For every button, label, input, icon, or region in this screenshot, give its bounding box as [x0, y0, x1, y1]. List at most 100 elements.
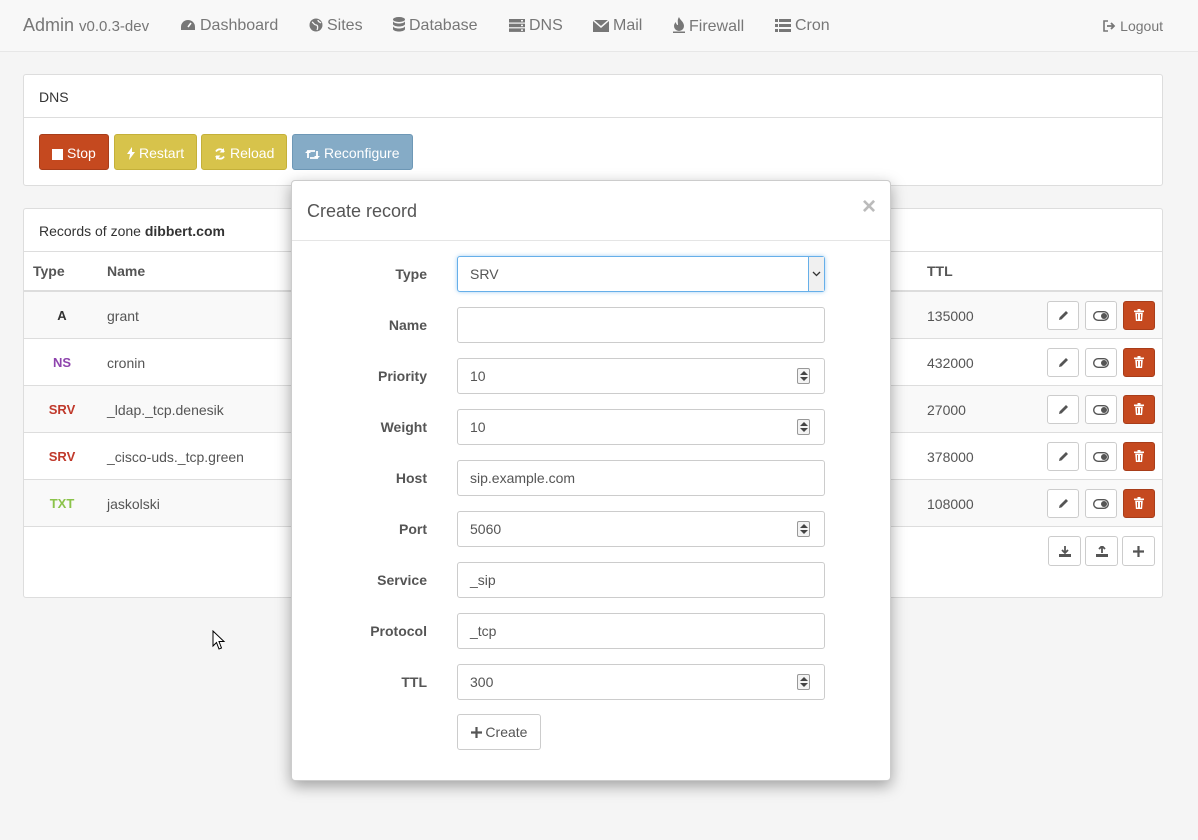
add-record-button[interactable] — [1122, 536, 1155, 566]
ttl-input[interactable]: 300 — [457, 664, 825, 700]
server-icon — [509, 19, 525, 32]
bolt-icon — [127, 147, 135, 160]
close-icon[interactable]: × — [862, 193, 876, 221]
nav-dashboard[interactable]: Dashboard — [180, 17, 278, 35]
trash-icon — [1134, 496, 1144, 512]
type-select-value: SRV — [470, 266, 499, 282]
restart-button[interactable]: Restart — [114, 134, 198, 170]
record-type: A — [57, 308, 67, 323]
record-name: jaskolski — [107, 496, 160, 512]
toggle-icon — [1092, 308, 1110, 324]
trash-icon — [1134, 355, 1144, 371]
toggle-record-button[interactable] — [1085, 489, 1117, 518]
record-name: _cisco-uds._tcp.green — [107, 449, 244, 465]
delete-record-button[interactable] — [1123, 395, 1155, 424]
reload-button[interactable]: Reload — [201, 134, 288, 170]
edit-record-button[interactable] — [1047, 348, 1079, 377]
envelope-icon — [592, 19, 610, 32]
create-label: Create — [485, 724, 528, 740]
nav-dns-label: DNS — [529, 17, 563, 34]
nav-mail[interactable]: Mail — [592, 17, 643, 35]
create-record-modal: Create record × Type SRV Name Priority 1… — [291, 180, 891, 781]
column-header-name[interactable]: Name — [107, 263, 145, 279]
nav-mail-label: Mail — [613, 17, 643, 34]
delete-record-button[interactable] — [1123, 489, 1155, 518]
protocol-label: Protocol — [370, 623, 427, 639]
port-input[interactable]: 5060 — [457, 511, 825, 547]
toggle-record-button[interactable] — [1085, 348, 1117, 377]
logout-link[interactable]: Logout — [1103, 18, 1163, 34]
mouse-cursor-icon — [212, 630, 226, 650]
toggle-icon — [1092, 355, 1110, 371]
download-button[interactable] — [1048, 536, 1081, 566]
spinner-icon[interactable] — [797, 368, 810, 384]
record-name: grant — [107, 308, 139, 324]
nav-dashboard-label: Dashboard — [200, 17, 279, 34]
edit-record-button[interactable] — [1047, 395, 1079, 424]
brand-name: Admin — [23, 15, 75, 35]
host-label: Host — [395, 470, 427, 486]
record-type: NS — [52, 355, 72, 370]
logout-icon — [1103, 20, 1116, 32]
host-input[interactable]: sip.example.com — [457, 460, 825, 496]
service-input[interactable]: _sip — [457, 562, 825, 598]
plus-icon — [470, 727, 482, 738]
spinner-icon[interactable] — [797, 419, 810, 435]
nav-firewall[interactable]: Firewall — [673, 17, 744, 36]
delete-record-button[interactable] — [1123, 348, 1155, 377]
service-panel-title: DNS — [24, 75, 1162, 118]
host-input-value: sip.example.com — [470, 470, 576, 486]
nav-database-label: Database — [409, 17, 478, 34]
toggle-record-button[interactable] — [1085, 395, 1117, 424]
priority-input[interactable]: 10 — [457, 358, 825, 394]
nav-database[interactable]: Database — [393, 17, 478, 35]
retweet-icon — [305, 150, 320, 159]
logout-label: Logout — [1120, 18, 1163, 34]
list-icon — [775, 19, 791, 32]
delete-record-button[interactable] — [1123, 442, 1155, 471]
brand-version: v0.0.3-dev — [79, 18, 150, 35]
brand[interactable]: Admin v0.0.3-dev — [23, 15, 149, 36]
delete-record-button[interactable] — [1123, 301, 1155, 330]
protocol-input[interactable]: _tcp — [457, 613, 825, 649]
upload-icon — [1095, 545, 1108, 557]
toggle-record-button[interactable] — [1085, 442, 1117, 471]
nav-cron[interactable]: Cron — [775, 17, 830, 35]
nav-dns[interactable]: DNS — [509, 17, 563, 35]
nav-sites[interactable]: Sites — [309, 17, 363, 35]
edit-record-button[interactable] — [1047, 301, 1079, 330]
chevron-down-icon[interactable] — [808, 257, 824, 291]
stop-button[interactable]: Stop — [39, 134, 109, 170]
fire-icon — [673, 17, 685, 33]
spinner-icon[interactable] — [797, 521, 810, 537]
name-input[interactable] — [457, 307, 825, 343]
edit-record-button[interactable] — [1047, 442, 1079, 471]
create-button[interactable]: Create — [457, 714, 541, 750]
download-icon — [1058, 545, 1071, 557]
pencil-icon — [1058, 308, 1069, 324]
pencil-icon — [1058, 449, 1069, 465]
database-icon — [393, 17, 405, 32]
dashboard-icon — [181, 20, 195, 30]
record-type: TXT — [49, 496, 75, 511]
column-header-ttl[interactable]: TTL — [927, 263, 953, 279]
record-name: cronin — [107, 355, 146, 371]
trash-icon — [1134, 449, 1144, 465]
service-input-value: _sip — [470, 572, 496, 588]
column-header-type[interactable]: Type — [33, 263, 65, 279]
toggle-icon — [1092, 402, 1110, 418]
reconfigure-button[interactable]: Reconfigure — [292, 134, 413, 170]
edit-record-button[interactable] — [1047, 489, 1079, 518]
type-select[interactable]: SRV — [457, 256, 825, 292]
upload-button[interactable] — [1085, 536, 1118, 566]
navbar: Admin v0.0.3-dev Dashboard Sites Databas… — [0, 0, 1198, 52]
weight-input-value: 10 — [470, 419, 486, 435]
record-ttl: 378000 — [927, 449, 974, 465]
spinner-icon[interactable] — [797, 674, 810, 690]
plus-icon — [1133, 545, 1144, 557]
weight-input[interactable]: 10 — [457, 409, 825, 445]
ttl-label: TTL — [401, 674, 427, 690]
toggle-record-button[interactable] — [1085, 301, 1117, 330]
toggle-icon — [1092, 496, 1110, 512]
stop-label: Stop — [67, 145, 96, 161]
